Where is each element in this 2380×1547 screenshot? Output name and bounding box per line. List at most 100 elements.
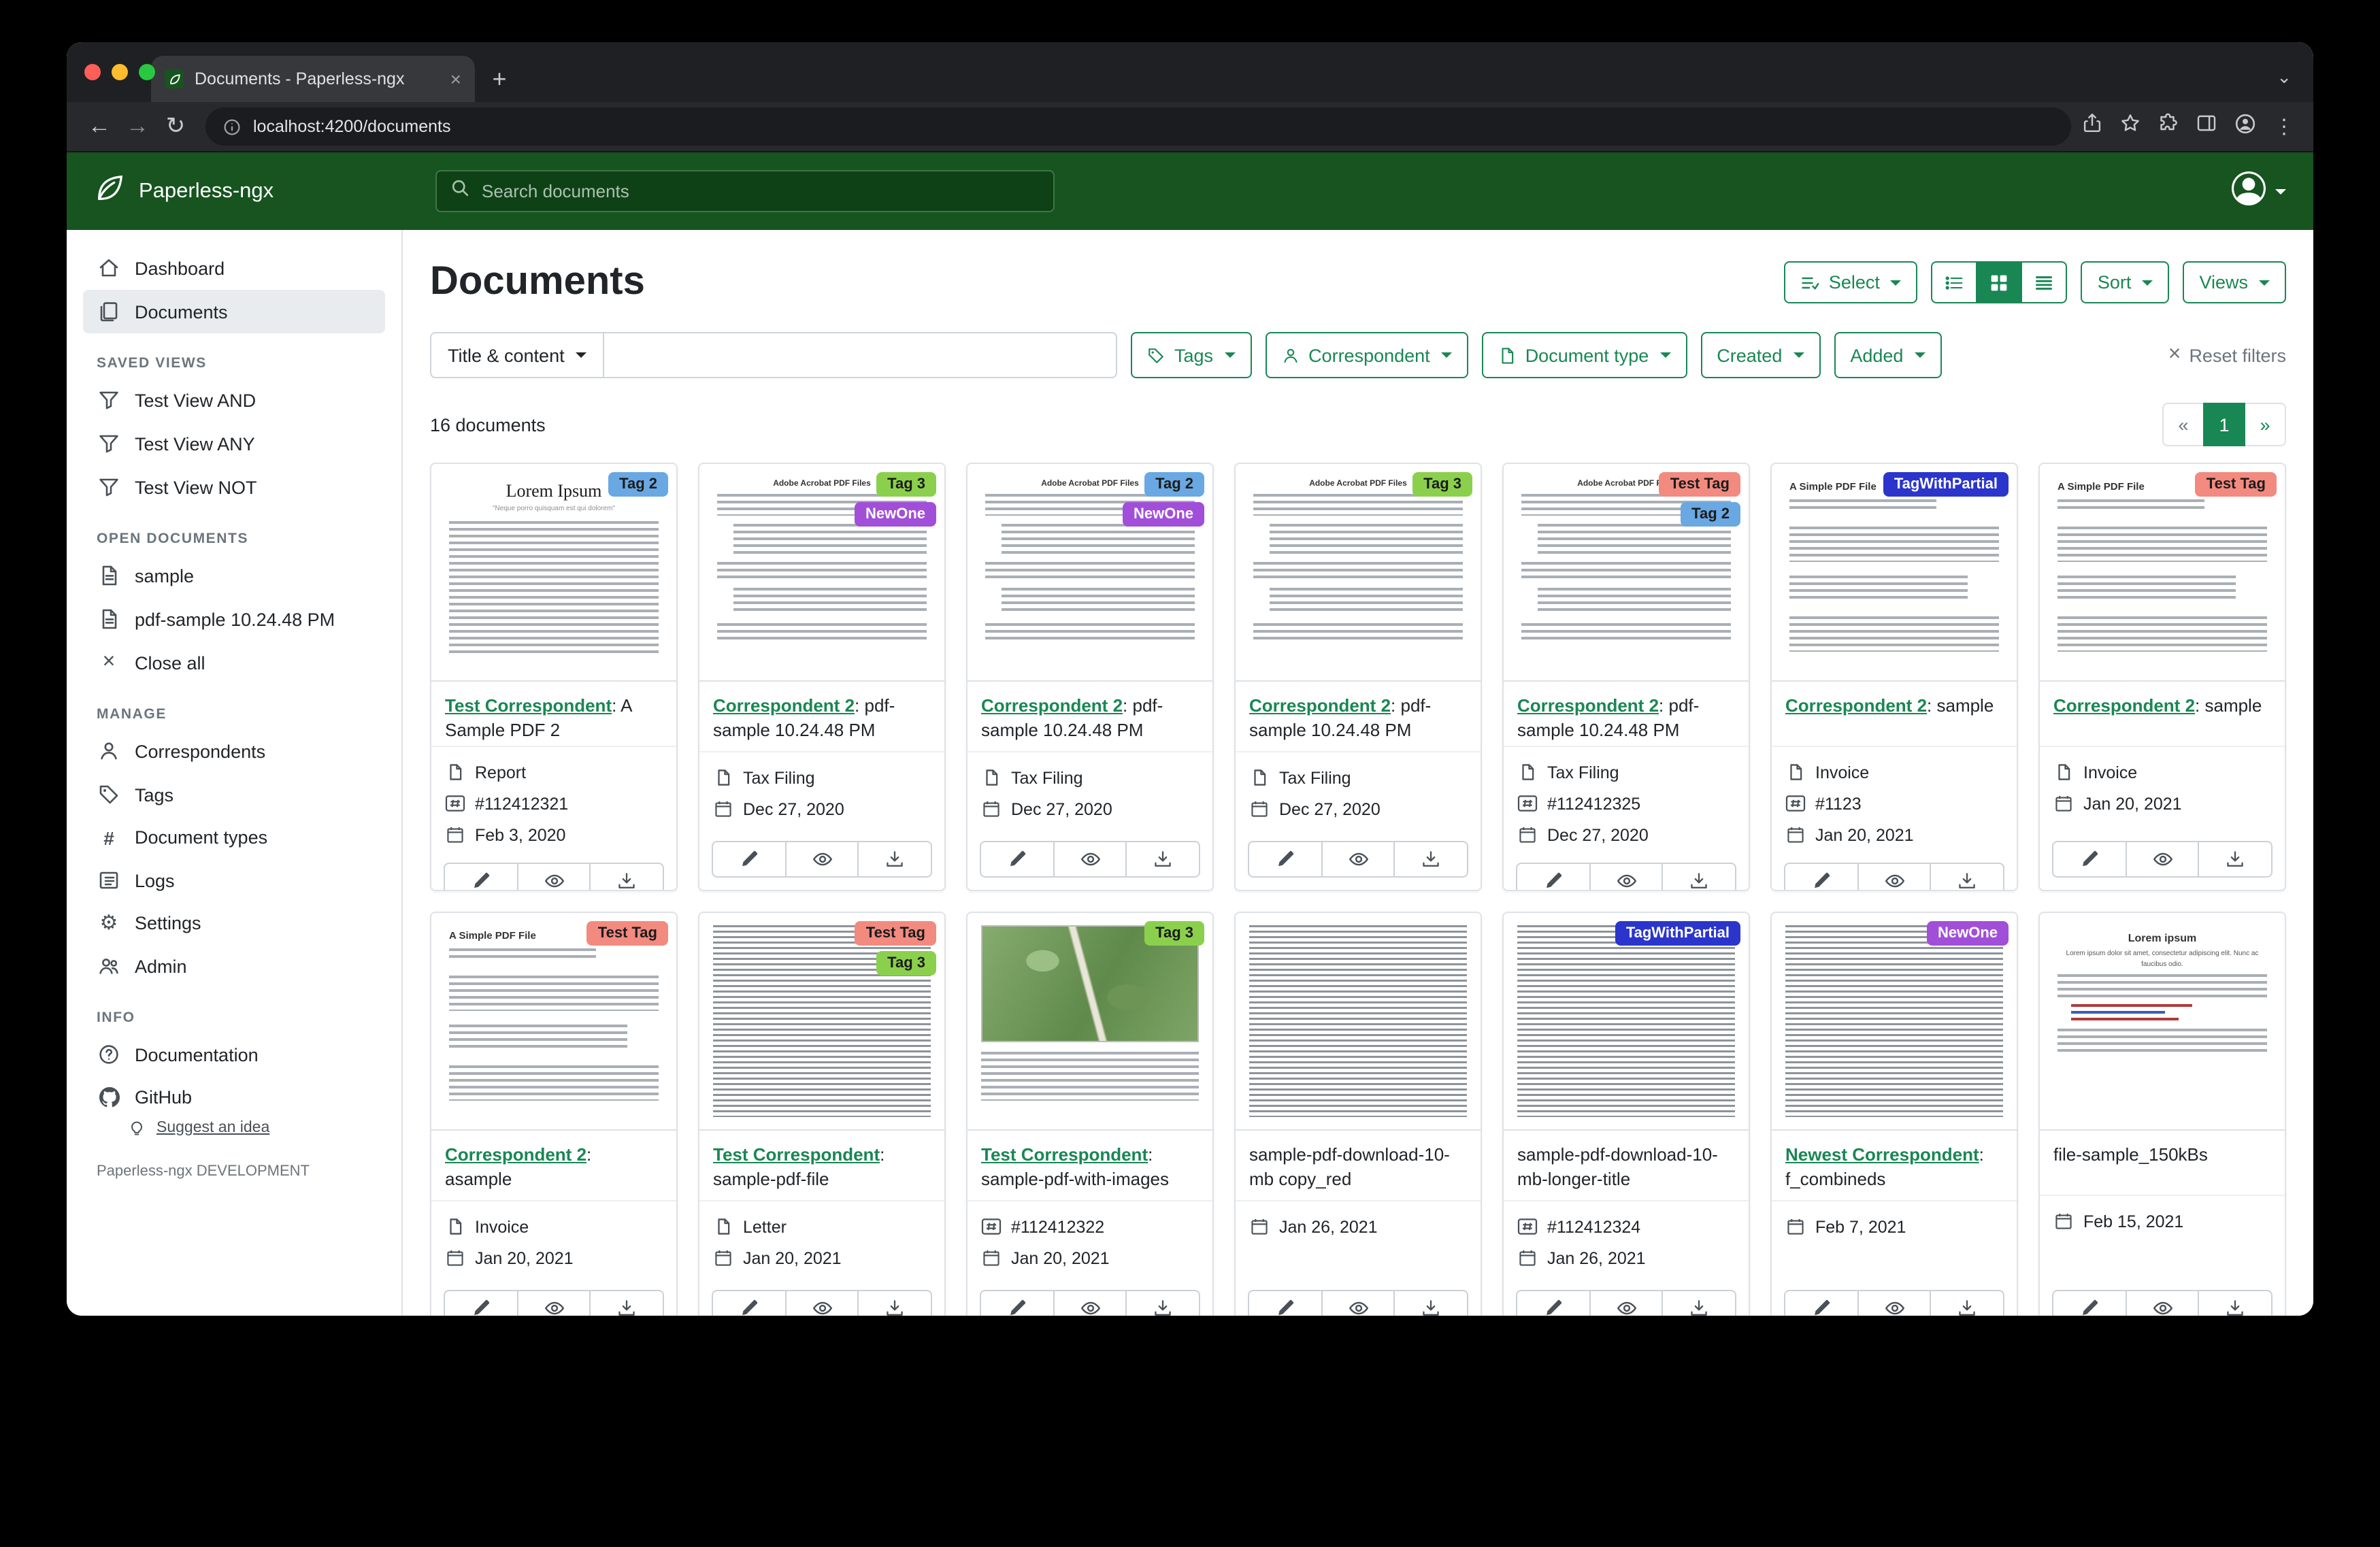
download-button[interactable] <box>1126 1290 1200 1316</box>
edit-button[interactable] <box>1784 863 1858 891</box>
view-button[interactable] <box>516 863 591 891</box>
document-thumbnail[interactable]: NewOne <box>1772 913 2017 1131</box>
reset-filters-button[interactable]: × Reset filters <box>2168 344 2286 366</box>
document-thumbnail[interactable] <box>1236 913 1481 1131</box>
created-filter-button[interactable]: Created <box>1700 332 1820 378</box>
download-button[interactable] <box>590 1290 664 1316</box>
correspondent-link[interactable]: Newest Correspondent <box>1785 1144 1979 1165</box>
document-thumbnail[interactable]: A Simple PDF FileTagWithPartial <box>1772 464 2017 682</box>
tags-filter-button[interactable]: Tags <box>1131 332 1251 378</box>
tab-close-icon[interactable]: × <box>450 69 461 88</box>
correspondent-link[interactable]: Correspondent 2 <box>1517 695 1659 716</box>
document-type-filter-button[interactable]: Document type <box>1482 332 1687 378</box>
view-button[interactable] <box>1857 1290 1931 1316</box>
view-button[interactable] <box>1321 841 1395 878</box>
document-thumbnail[interactable]: A Simple PDF FileTest Tag <box>431 913 676 1131</box>
document-thumbnail[interactable]: Adobe Acrobat PDF FilesTag 2NewOne <box>968 464 1212 682</box>
download-button[interactable] <box>1126 841 1200 878</box>
download-button[interactable] <box>1662 863 1736 891</box>
view-button[interactable] <box>1589 1290 1663 1316</box>
new-tab-button[interactable]: + <box>480 60 518 98</box>
correspondent-link[interactable]: Correspondent 2 <box>713 695 855 716</box>
tag-badge-test-tag[interactable]: Test Tag <box>587 921 668 946</box>
correspondent-link[interactable]: Correspondent 2 <box>1249 695 1391 716</box>
maximize-window-button[interactable] <box>139 64 155 80</box>
download-button[interactable] <box>1394 841 1468 878</box>
extensions-puzzle-icon[interactable] <box>2158 113 2179 140</box>
back-button[interactable]: ← <box>80 107 118 146</box>
correspondent-link[interactable]: Test Correspondent <box>981 1144 1148 1165</box>
sidebar-item-correspondents[interactable]: Correspondents <box>83 729 385 773</box>
forward-button[interactable]: → <box>118 107 156 146</box>
download-button[interactable] <box>1662 1290 1736 1316</box>
document-title-link[interactable]: Correspondent 2: asample <box>431 1131 676 1201</box>
document-title-link[interactable]: Test Correspondent: sample-pdf-with-imag… <box>968 1131 1212 1201</box>
sort-button[interactable]: Sort <box>2081 261 2170 303</box>
sidebar-item-documentation[interactable]: Documentation <box>83 1033 385 1076</box>
bookmark-star-icon[interactable] <box>2120 113 2141 140</box>
document-title-link[interactable]: sample-pdf-download-10-mb-longer-title <box>1504 1131 1749 1201</box>
edit-button[interactable] <box>980 841 1054 878</box>
pagination-next-button[interactable]: » <box>2244 403 2286 446</box>
tag-badge-tagwithpartial[interactable]: TagWithPartial <box>1883 472 2009 497</box>
view-button[interactable] <box>1053 841 1127 878</box>
download-button[interactable] <box>2198 841 2272 878</box>
edit-button[interactable] <box>1248 1290 1322 1316</box>
correspondent-link[interactable]: Correspondent 2 <box>2053 695 2195 716</box>
site-info-icon[interactable] <box>223 118 241 135</box>
correspondent-link[interactable]: Correspondent 2 <box>445 1144 586 1165</box>
document-thumbnail[interactable]: Lorem Ipsum"Neque porro quisquam est qui… <box>431 464 676 682</box>
document-thumbnail[interactable]: Tag 3 <box>968 913 1212 1131</box>
sidebar-item-pdf-sample-10-24-48-pm[interactable]: pdf-sample 10.24.48 PM <box>83 597 385 641</box>
edit-button[interactable] <box>980 1290 1054 1316</box>
tag-badge-tag-3[interactable]: Tag 3 <box>1144 921 1204 946</box>
app-brand[interactable]: Paperless-ngx <box>94 172 435 210</box>
document-thumbnail[interactable]: Adobe Acrobat PDF FilesTest TagTag 2 <box>1504 464 1749 682</box>
browser-menu-kebab-icon[interactable]: ⋮ <box>2274 114 2294 139</box>
close-window-button[interactable] <box>84 64 101 80</box>
edit-button[interactable] <box>2052 1290 2126 1316</box>
correspondent-link[interactable]: Test Correspondent <box>445 695 612 716</box>
download-button[interactable] <box>1930 863 2004 891</box>
minimize-window-button[interactable] <box>112 64 128 80</box>
tab-search-chevron-icon[interactable]: ⌄ <box>2277 68 2292 86</box>
tag-badge-tagwithpartial[interactable]: TagWithPartial <box>1615 921 1740 946</box>
sidebar-item-test-view-any[interactable]: Test View ANY <box>83 422 385 465</box>
edit-button[interactable] <box>1248 841 1322 878</box>
correspondent-link[interactable]: Correspondent 2 <box>1785 695 1927 716</box>
sidebar-item-admin[interactable]: Admin <box>83 944 385 988</box>
sidebar-item-dashboard[interactable]: Dashboard <box>83 246 385 290</box>
document-thumbnail[interactable]: A Simple PDF FileTest Tag <box>2040 464 2285 682</box>
search-input[interactable] <box>482 181 1040 201</box>
title-content-dropdown[interactable]: Title & content <box>430 332 604 378</box>
list-view-button[interactable] <box>1932 261 1978 303</box>
sidebar-item-suggest-an-idea[interactable]: Suggest an idea <box>124 1118 371 1136</box>
sidebar-item-documents[interactable]: Documents <box>83 290 385 333</box>
grid-view-button[interactable] <box>1977 261 2023 303</box>
tag-badge-test-tag[interactable]: Test Tag <box>1659 472 1740 497</box>
tag-badge-test-tag[interactable]: Test Tag <box>2196 472 2277 497</box>
reload-button[interactable]: ↻ <box>156 107 195 146</box>
browser-tab[interactable]: Documents - Paperless-ngx × <box>151 56 475 102</box>
document-thumbnail[interactable]: Test Tag Tag 3 <box>699 913 944 1131</box>
document-title-link[interactable]: Test Correspondent: A Sample PDF 2 <box>431 682 676 747</box>
select-button[interactable]: Select <box>1784 261 1918 303</box>
filter-text-input[interactable] <box>604 332 1117 378</box>
sidebar-item-settings[interactable]: ⚙Settings <box>83 902 385 944</box>
added-filter-button[interactable]: Added <box>1834 332 1941 378</box>
tag-badge-newone[interactable]: NewOne <box>1123 502 1204 527</box>
details-view-button[interactable] <box>2021 261 2068 303</box>
edit-button[interactable] <box>2052 841 2126 878</box>
tag-badge-tag-2[interactable]: Tag 2 <box>1681 502 1740 527</box>
tag-badge-tag-3[interactable]: Tag 3 <box>876 951 936 976</box>
correspondent-link[interactable]: Correspondent 2 <box>981 695 1123 716</box>
document-thumbnail[interactable]: Lorem ipsumLorem ipsum dolor sit amet, c… <box>2040 913 2285 1131</box>
sidebar-item-test-view-not[interactable]: Test View NOT <box>83 465 385 509</box>
tag-badge-newone[interactable]: NewOne <box>1927 921 2009 946</box>
edit-button[interactable] <box>1516 863 1590 891</box>
download-button[interactable] <box>1394 1290 1468 1316</box>
pagination-page-1[interactable]: 1 <box>2203 403 2245 446</box>
tag-badge-tag-2[interactable]: Tag 2 <box>608 472 668 497</box>
view-button[interactable] <box>1321 1290 1395 1316</box>
tag-badge-test-tag[interactable]: Test Tag <box>855 921 936 946</box>
